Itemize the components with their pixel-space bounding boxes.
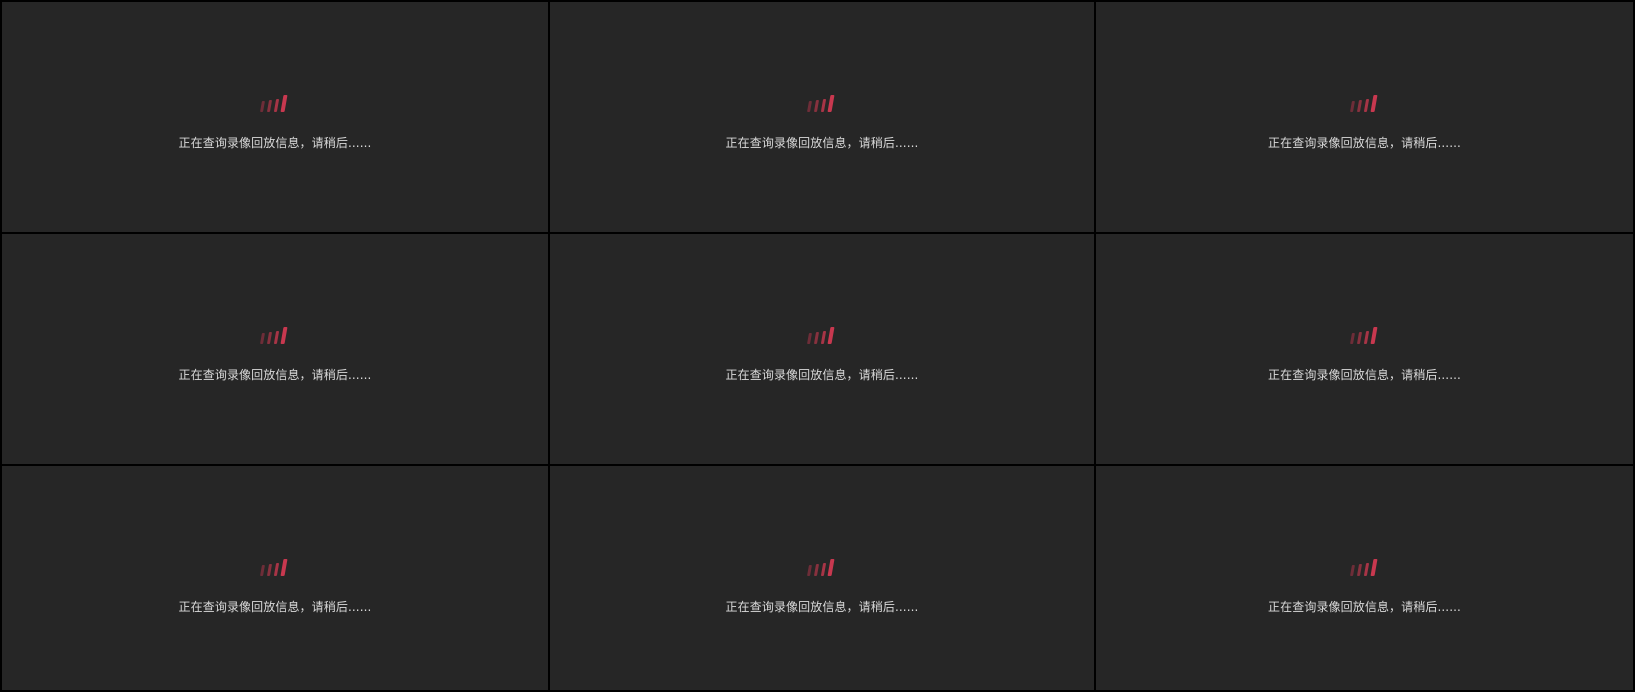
loading-bars-icon <box>806 558 836 576</box>
loading-bars-icon <box>259 558 289 576</box>
video-cell-9[interactable]: 正在查询录像回放信息，请稍后...... <box>1096 466 1633 690</box>
video-cell-1[interactable]: 正在查询录像回放信息，请稍后...... <box>2 2 548 232</box>
loading-bars-icon <box>806 94 836 112</box>
loading-message: 正在查询录像回放信息，请稍后...... <box>178 136 372 150</box>
video-cell-5[interactable]: 正在查询录像回放信息，请稍后...... <box>550 234 1094 464</box>
loading-message: 正在查询录像回放信息，请稍后...... <box>725 136 919 150</box>
video-cell-2[interactable]: 正在查询录像回放信息，请稍后...... <box>550 2 1094 232</box>
loading-indicator: 正在查询录像回放信息，请稍后...... <box>550 94 1094 151</box>
loading-bars-icon <box>259 326 289 344</box>
loading-indicator: 正在查询录像回放信息，请稍后...... <box>2 326 548 383</box>
video-cell-3[interactable]: 正在查询录像回放信息，请稍后...... <box>1096 2 1633 232</box>
loading-message: 正在查询录像回放信息，请稍后...... <box>178 600 372 614</box>
loading-indicator: 正在查询录像回放信息，请稍后...... <box>1096 326 1633 383</box>
loading-indicator: 正在查询录像回放信息，请稍后...... <box>1096 94 1633 151</box>
loading-indicator: 正在查询录像回放信息，请稍后...... <box>1096 558 1633 615</box>
loading-message: 正在查询录像回放信息，请稍后...... <box>178 368 372 382</box>
loading-bars-icon <box>259 94 289 112</box>
video-cell-7[interactable]: 正在查询录像回放信息，请稍后...... <box>2 466 548 690</box>
loading-message: 正在查询录像回放信息，请稍后...... <box>725 600 919 614</box>
loading-message: 正在查询录像回放信息，请稍后...... <box>725 368 919 382</box>
playback-grid: 正在查询录像回放信息，请稍后...... 正在查询录像回放信息，请稍后.....… <box>0 0 1635 692</box>
loading-bars-icon <box>1349 94 1379 112</box>
loading-bars-icon <box>1349 558 1379 576</box>
loading-indicator: 正在查询录像回放信息，请稍后...... <box>550 326 1094 383</box>
loading-message: 正在查询录像回放信息，请稍后...... <box>1268 368 1461 382</box>
loading-message: 正在查询录像回放信息，请稍后...... <box>1268 600 1461 614</box>
loading-message: 正在查询录像回放信息，请稍后...... <box>1268 136 1461 150</box>
loading-bars-icon <box>806 326 836 344</box>
loading-bars-icon <box>1349 326 1379 344</box>
loading-indicator: 正在查询录像回放信息，请稍后...... <box>550 558 1094 615</box>
video-cell-6[interactable]: 正在查询录像回放信息，请稍后...... <box>1096 234 1633 464</box>
loading-indicator: 正在查询录像回放信息，请稍后...... <box>2 94 548 151</box>
video-cell-4[interactable]: 正在查询录像回放信息，请稍后...... <box>2 234 548 464</box>
video-cell-8[interactable]: 正在查询录像回放信息，请稍后...... <box>550 466 1094 690</box>
loading-indicator: 正在查询录像回放信息，请稍后...... <box>2 558 548 615</box>
